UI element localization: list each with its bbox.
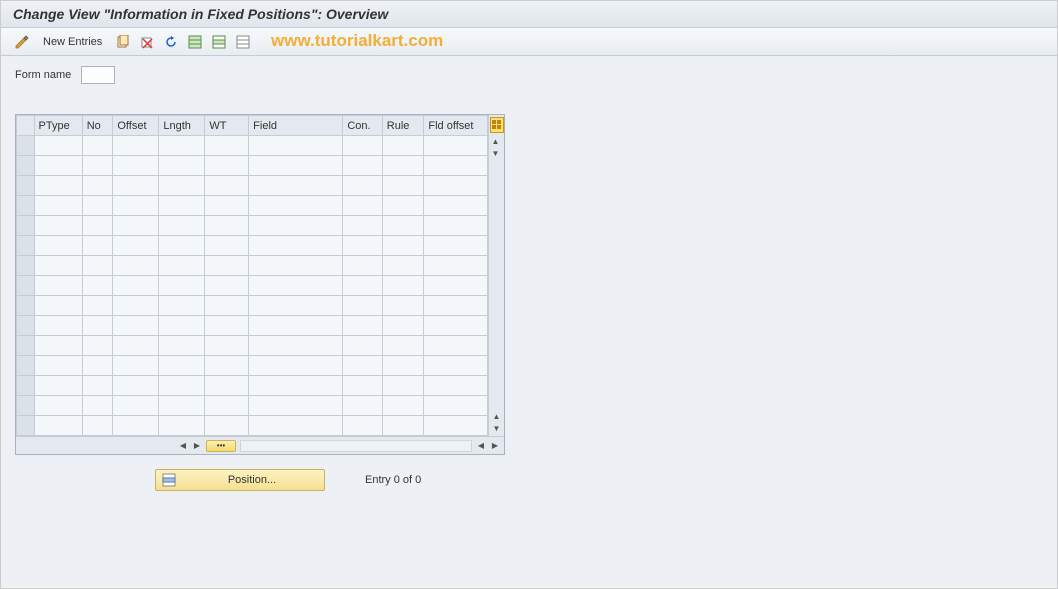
table-row [17,136,488,156]
table-row [17,356,488,376]
select-all-icon[interactable] [186,33,204,51]
col-lngth[interactable]: Lngth [159,116,205,136]
form-name-label: Form name [15,69,71,81]
scroll-down-icon[interactable]: ▼ [491,422,503,434]
scroll-up2-icon[interactable]: ▼ [490,147,502,159]
row-selector[interactable] [17,276,35,296]
page-title: Change View "Information in Fixed Positi… [1,1,1057,28]
hscroll-track[interactable] [240,440,472,452]
row-selector[interactable] [17,376,35,396]
vertical-scrollbar[interactable]: ▲ ▼ ▲ ▼ [488,115,504,436]
table-row [17,396,488,416]
scroll-left-icon[interactable]: ◀ [176,439,190,453]
row-selector[interactable] [17,416,35,436]
watermark-text: www.tutorialkart.com [271,31,443,51]
content-area: Form name PType No Offset Lngth WT Field… [1,56,1057,587]
deselect-all-icon[interactable] [234,33,252,51]
row-selector-header[interactable] [17,116,35,136]
row-selector[interactable] [17,256,35,276]
entry-status: Entry 0 of 0 [365,474,421,486]
table-row [17,156,488,176]
row-selector[interactable] [17,196,35,216]
col-ptype[interactable]: PType [34,116,82,136]
row-selector[interactable] [17,156,35,176]
position-icon [162,473,176,487]
position-label: Position... [186,474,318,486]
table-settings-icon[interactable] [490,117,504,133]
new-entries-button[interactable]: New Entries [37,34,108,50]
table-row [17,276,488,296]
row-selector[interactable] [17,176,35,196]
table-row [17,336,488,356]
scroll-right2-icon[interactable]: ▶ [488,439,502,453]
position-button[interactable]: Position... [155,469,325,491]
scroll-down2-icon[interactable]: ▲ [491,410,503,422]
col-field[interactable]: Field [249,116,343,136]
undo-icon[interactable] [162,33,180,51]
delete-icon[interactable] [138,33,156,51]
scroll-up-icon[interactable]: ▲ [490,135,502,147]
toolbar: New Entries www.tutorialkart.com [1,28,1057,56]
bottom-row: Position... Entry 0 of 0 [15,469,1043,491]
row-selector[interactable] [17,236,35,256]
row-selector[interactable] [17,396,35,416]
col-fld-offset[interactable]: Fld offset [424,116,488,136]
table-row [17,236,488,256]
table-row [17,296,488,316]
row-selector[interactable] [17,216,35,236]
horizontal-scrollbar[interactable]: ◀ ▶ ••• ◀ ▶ [16,436,504,454]
select-block-icon[interactable] [210,33,228,51]
row-selector[interactable] [17,356,35,376]
row-selector[interactable] [17,136,35,156]
table-row [17,416,488,436]
scroll-right-icon[interactable]: ▶ [190,439,204,453]
col-no[interactable]: No [82,116,113,136]
table-body [17,136,488,436]
copy-icon[interactable] [114,33,132,51]
col-con[interactable]: Con. [343,116,382,136]
table-row [17,216,488,236]
col-rule[interactable]: Rule [382,116,424,136]
grid: PType No Offset Lngth WT Field Con. Rule… [16,115,488,436]
form-row: Form name [15,66,1043,84]
table-row [17,196,488,216]
hscroll-thumb[interactable]: ••• [206,440,236,452]
data-table: PType No Offset Lngth WT Field Con. Rule… [15,114,505,455]
table-row [17,316,488,336]
row-selector[interactable] [17,316,35,336]
row-selector[interactable] [17,336,35,356]
row-selector[interactable] [17,296,35,316]
scroll-left2-icon[interactable]: ◀ [474,439,488,453]
table-row [17,376,488,396]
table-row [17,256,488,276]
col-wt[interactable]: WT [205,116,249,136]
toggle-display-change-icon[interactable] [13,33,31,51]
table-row [17,176,488,196]
col-offset[interactable]: Offset [113,116,159,136]
form-name-input[interactable] [81,66,115,84]
